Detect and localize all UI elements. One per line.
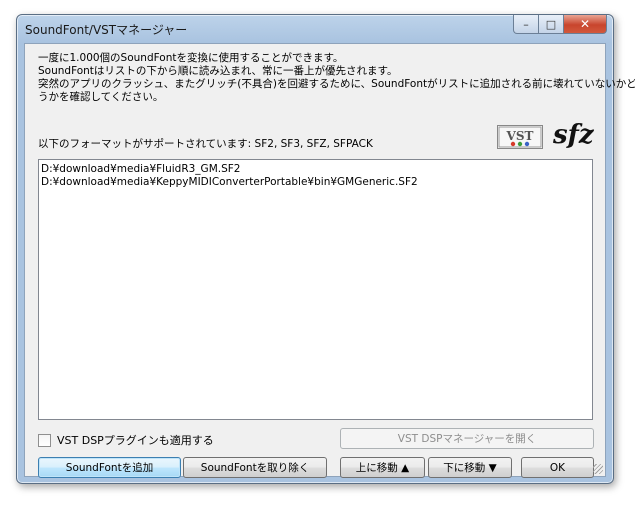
minimize-button[interactable]: –	[513, 15, 539, 34]
maximize-icon: □	[545, 17, 557, 31]
supported-formats-text: 以下のフォーマットがサポートされています: SF2, SF3, SFZ, SFP…	[38, 138, 373, 150]
caption-buttons: – □ ✕	[513, 15, 607, 35]
vst-dsp-checkbox[interactable]	[38, 433, 51, 447]
vst-dsp-checkbox-row[interactable]: VST DSPプラグインも適用する	[38, 432, 214, 448]
close-button[interactable]: ✕	[564, 15, 607, 34]
vst-logo: VST	[497, 125, 543, 149]
title-bar[interactable]: SoundFont/VSTマネージャー – □ ✕	[17, 15, 613, 43]
vst-logo-text: VST	[506, 129, 534, 143]
dialog-body: 一度に1.000個のSoundFontを変換に使用することができます。 Soun…	[24, 43, 635, 478]
info-line: SoundFontはリストの下から順に読み込まれ、常に一番上が優先されます。	[38, 65, 398, 77]
move-down-button[interactable]: 下に移動 ▼	[428, 457, 512, 478]
window-title: SoundFont/VSTマネージャー	[25, 23, 188, 37]
close-icon: ✕	[579, 17, 591, 31]
sfz-logo: sfz	[553, 120, 594, 150]
maximize-button[interactable]: □	[539, 15, 564, 34]
list-item[interactable]: D:¥download¥media¥FluidR3_GM.SF2	[41, 163, 590, 176]
info-line: 一度に1.000個のSoundFontを変換に使用することができます。	[38, 52, 344, 64]
soundfont-manager-window: SoundFont/VSTマネージャー – □ ✕ 一度に1.000個のSoun…	[16, 14, 635, 484]
resize-grip[interactable]	[593, 464, 603, 474]
info-text: 一度に1.000個のSoundFontを変換に使用することができます。 Soun…	[38, 52, 635, 104]
move-up-button[interactable]: 上に移動 ▲	[340, 457, 425, 478]
add-soundfont-button[interactable]: SoundFontを追加	[38, 457, 181, 478]
minimize-icon: –	[523, 17, 529, 31]
remove-soundfont-button[interactable]: SoundFontを取り除く	[183, 457, 327, 478]
open-vst-manager-button[interactable]: VST DSPマネージャーを開く	[340, 428, 594, 449]
ok-button[interactable]: OK	[521, 457, 594, 478]
info-line: 突然のアプリのクラッシュ、またグリッチ(不具合)を回避するために、SoundFo…	[38, 78, 635, 90]
list-item[interactable]: D:¥download¥media¥KeppyMIDIConverterPort…	[41, 176, 590, 189]
vst-dsp-checkbox-label: VST DSPプラグインも適用する	[57, 434, 214, 447]
info-line: うかを確認してください。	[38, 91, 164, 103]
soundfont-list[interactable]: D:¥download¥media¥FluidR3_GM.SF2 D:¥down…	[38, 159, 593, 420]
